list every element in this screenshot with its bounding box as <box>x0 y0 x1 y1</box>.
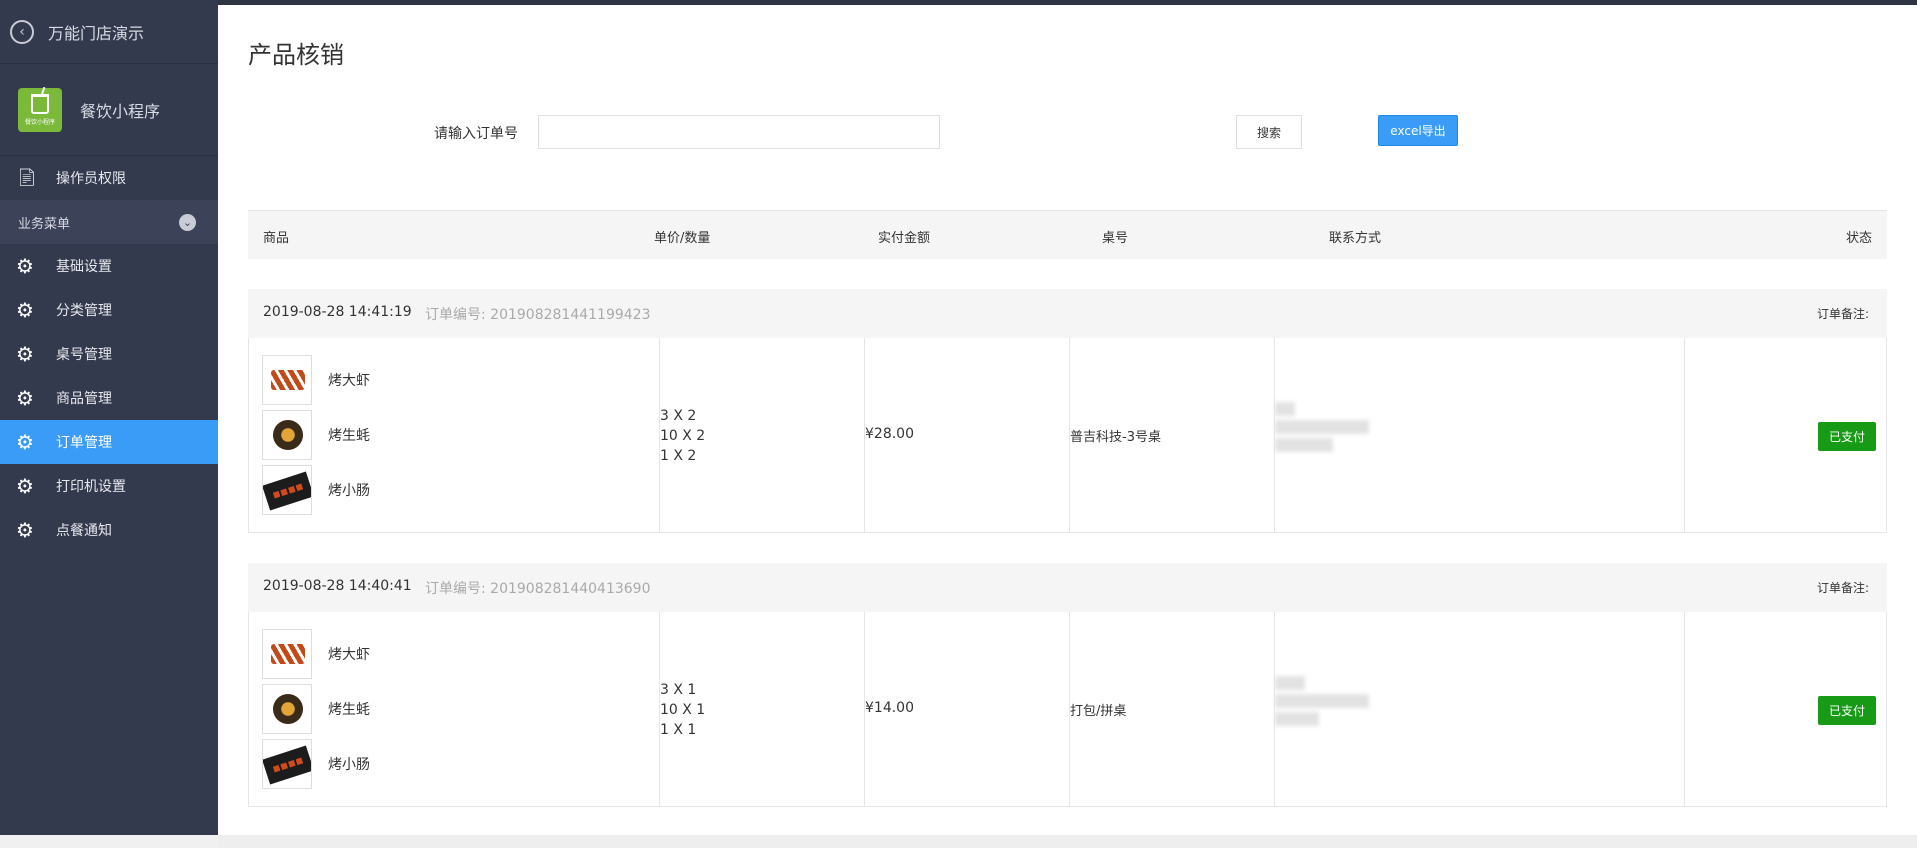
qty-line: 1 X 2 <box>660 448 697 464</box>
sidebar-section-label: 业务菜单 <box>18 216 71 232</box>
order-contact-redacted <box>1275 402 1369 456</box>
sidebar: ‹ 万能门店演示 餐饮小程序 餐饮小程序 📄︎ 操作员权限 业务菜单 ⌄ ⚙︎ … <box>0 0 218 835</box>
bottom-strip <box>218 835 1917 848</box>
order-note-label: 订单备注: <box>1816 307 1869 321</box>
paid-status-button[interactable]: 已支付 <box>1818 422 1876 451</box>
order-time: 2019-08-28 14:40:41 <box>263 578 412 594</box>
sidebar-section-business[interactable]: 业务菜单 ⌄ <box>0 200 218 244</box>
sidebar-item-label: 分类管理 <box>56 303 112 319</box>
order-contact-redacted <box>1275 676 1369 730</box>
qty-line: 10 X 2 <box>660 428 706 444</box>
order-table-no: 打包/拼桌 <box>1070 704 1127 719</box>
order-card: 2019-08-28 14:40:41 订单编号: 20190828144041… <box>248 563 1887 807</box>
sausage-thumb-icon <box>262 464 312 515</box>
order-amount: ¥28.00 <box>865 426 914 442</box>
sidebar-item-label: 桌号管理 <box>56 347 112 363</box>
column-header-price-qty: 单价/数量 <box>654 231 711 246</box>
sidebar-item-label: 点餐通知 <box>56 523 112 539</box>
list-item: 烤大虾 <box>262 352 370 407</box>
goods-name: 烤生蚝 <box>328 427 370 444</box>
gear-icon: ⚙︎ <box>16 342 34 366</box>
brand-logo: 餐饮小程序 <box>18 87 62 132</box>
order-goods-list: 烤大虾 烤生蚝 烤小肠 <box>262 352 370 517</box>
chevron-down-icon[interactable]: ⌄ <box>179 213 196 231</box>
sidebar-item-product-management[interactable]: ⚙︎ 商品管理 <box>0 376 218 420</box>
order-number-input[interactable] <box>538 115 940 149</box>
brand: 餐饮小程序 餐饮小程序 <box>0 64 218 156</box>
order-body: 烤大虾 烤生蚝 烤小肠 3 X 2 10 X 2 1 X 2 ¥28.00 普吉… <box>248 338 1887 533</box>
gear-icon: ⚙︎ <box>16 254 34 278</box>
qty-line: 1 X 1 <box>660 722 697 738</box>
gear-icon: ⚙︎ <box>16 298 34 322</box>
brand-name: 餐饮小程序 <box>80 101 161 121</box>
sidebar-item-label: 打印机设置 <box>56 479 126 495</box>
order-card: 2019-08-28 14:41:19 订单编号: 20190828144119… <box>248 289 1887 533</box>
back-arrow-icon: ‹ <box>10 19 34 44</box>
column-header-table-no: 桌号 <box>1102 231 1129 246</box>
order-number: 订单编号: 2019082814411994​23 <box>425 307 651 323</box>
list-item: 烤生蚝 <box>262 407 370 462</box>
shrimp-thumb-icon <box>262 628 312 679</box>
order-price-qty: 3 X 1 10 X 1 1 X 1 <box>660 680 705 740</box>
goods-name: 烤大虾 <box>328 646 370 663</box>
gear-icon: ⚙︎ <box>16 474 34 498</box>
shrimp-thumb-icon <box>262 354 312 405</box>
sidebar-item-label: 商品管理 <box>56 391 112 407</box>
sidebar-item-printer-settings[interactable]: ⚙︎ 打印机设置 <box>0 464 218 508</box>
oyster-thumb-icon <box>262 409 312 460</box>
goods-name: 烤小肠 <box>328 756 370 773</box>
sidebar-item-table-management[interactable]: ⚙︎ 桌号管理 <box>0 332 218 376</box>
column-header-contact: 联系方式 <box>1329 231 1382 246</box>
oyster-thumb-icon <box>262 683 312 734</box>
sidebar-item-label: 基础设置 <box>56 259 112 275</box>
table-header: 商品 单价/数量 实付金额 桌号 联系方式 状态 <box>248 210 1887 259</box>
column-header-goods: 商品 <box>263 231 290 246</box>
store-name: 万能门店演示 <box>48 23 145 43</box>
brand-logo-text: 餐饮小程序 <box>24 118 55 126</box>
back-link[interactable]: ‹ 万能门店演示 <box>0 0 218 64</box>
sidebar-item-basic-settings[interactable]: ⚙︎ 基础设置 <box>0 244 218 288</box>
order-number: 订单编号: 2019082814404136​90 <box>425 581 651 597</box>
order-body: 烤大虾 烤生蚝 烤小肠 3 X 1 10 X 1 1 X 1 ¥14.00 打包… <box>248 612 1887 807</box>
qty-line: 3 X 2 <box>660 408 697 424</box>
paid-status-button[interactable]: 已支付 <box>1818 696 1876 725</box>
gear-icon: ⚙︎ <box>16 386 34 410</box>
order-time: 2019-08-28 14:41:19 <box>263 304 412 320</box>
goods-name: 烤生蚝 <box>328 701 370 718</box>
list-item: 烤生蚝 <box>262 681 370 736</box>
sidebar-item-order-notification[interactable]: ⚙︎ 点餐通知 <box>0 508 218 552</box>
goods-name: 烤小肠 <box>328 482 370 499</box>
column-header-status: 状态 <box>1845 231 1872 246</box>
sidebar-item-label: 操作员权限 <box>56 171 126 187</box>
order-amount: ¥14.00 <box>865 700 914 716</box>
excel-export-button[interactable]: excel导出 <box>1378 115 1458 146</box>
drink-cup-icon <box>31 93 49 114</box>
order-table-no: 普吉科技-3号桌 <box>1070 430 1161 445</box>
search-label: 请输入订单号 <box>434 126 518 142</box>
sidebar-item-label: 订单管理 <box>56 435 112 451</box>
qty-line: 3 X 1 <box>660 682 697 698</box>
order-price-qty: 3 X 2 10 X 2 1 X 2 <box>660 406 705 466</box>
document-icon: 📄︎ <box>16 168 38 188</box>
gear-icon: ⚙︎ <box>16 518 34 542</box>
qty-line: 10 X 1 <box>660 702 706 718</box>
sidebar-item-order-management[interactable]: ⚙︎ 订单管理 <box>0 420 218 464</box>
order-header: 2019-08-28 14:41:19 订单编号: 20190828144119… <box>248 289 1887 338</box>
main-content: 产品核销 请输入订单号 搜索 excel导出 商品 单价/数量 实付金额 桌号 … <box>218 5 1917 835</box>
goods-name: 烤大虾 <box>328 372 370 389</box>
sidebar-item-operator-permission[interactable]: 📄︎ 操作员权限 <box>0 156 218 200</box>
gear-icon: ⚙︎ <box>16 430 34 454</box>
sausage-thumb-icon <box>262 738 312 789</box>
order-header: 2019-08-28 14:40:41 订单编号: 20190828144041… <box>248 563 1887 612</box>
sidebar-item-category-management[interactable]: ⚙︎ 分类管理 <box>0 288 218 332</box>
search-button[interactable]: 搜索 <box>1236 115 1302 149</box>
list-item: 烤小肠 <box>262 736 370 791</box>
order-note-label: 订单备注: <box>1816 581 1869 595</box>
list-item: 烤大虾 <box>262 626 370 681</box>
page-title: 产品核销 <box>248 41 344 69</box>
order-goods-list: 烤大虾 烤生蚝 烤小肠 <box>262 626 370 791</box>
column-header-amount: 实付金额 <box>878 231 931 246</box>
list-item: 烤小肠 <box>262 462 370 517</box>
